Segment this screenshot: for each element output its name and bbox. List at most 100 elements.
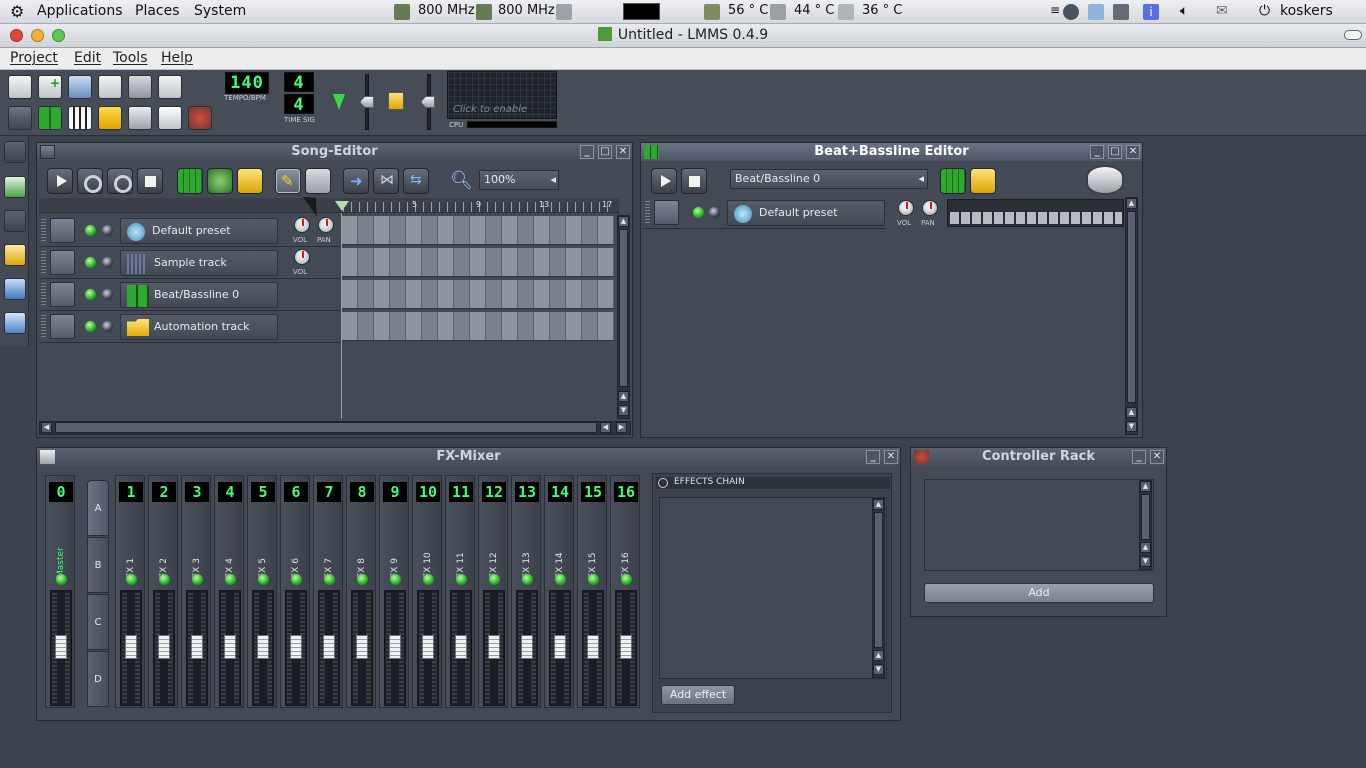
scroll-up-icon[interactable]: ▲	[873, 499, 884, 510]
gnome-foot-icon[interactable]: ⚙	[10, 2, 24, 21]
fx-mixer-toggle-icon[interactable]	[128, 106, 152, 130]
volume-icon[interactable]: 🔈︎	[1180, 3, 1188, 19]
root-directory-icon[interactable]	[4, 312, 26, 334]
my-projects-icon[interactable]	[4, 176, 26, 198]
fader-handle[interactable]	[290, 635, 302, 659]
fader-handle[interactable]	[158, 635, 170, 659]
fader-handle[interactable]	[125, 635, 137, 659]
solo-led[interactable]	[102, 225, 113, 236]
fx-mute-led[interactable]	[291, 574, 302, 585]
back-to-position-icon[interactable]: ⋈	[373, 168, 399, 194]
controller-rack-toggle-icon[interactable]	[188, 106, 212, 130]
terminal-icon[interactable]	[556, 4, 572, 20]
record-button[interactable]	[77, 168, 103, 194]
bb-select-combobox[interactable]: Beat/Bassline 0 ◂	[730, 169, 928, 189]
my-instruments-icon[interactable]	[4, 141, 26, 163]
project-notes-toggle-icon[interactable]	[158, 106, 182, 130]
fx-channel[interactable]: 8 FX 8	[346, 475, 376, 708]
mail-icon[interactable]: ✉	[1216, 3, 1228, 19]
menu-tools[interactable]: Tools	[113, 50, 148, 66]
fx-mute-led[interactable]	[324, 574, 335, 585]
track-name-button[interactable]: Automation track	[120, 314, 278, 340]
scroll-down-icon[interactable]: ▼	[618, 405, 629, 416]
fx-fader[interactable]	[318, 590, 340, 706]
track-actions-icon[interactable]	[50, 282, 75, 307]
fader-handle[interactable]	[257, 635, 269, 659]
fx-mute-led[interactable]	[621, 574, 632, 585]
fx-mute-led[interactable]	[390, 574, 401, 585]
track-name-button[interactable]: Sample track	[120, 250, 278, 276]
solo-led[interactable]	[102, 289, 113, 300]
scroll-thumb[interactable]	[55, 422, 597, 433]
add-beat-bassline-icon[interactable]	[940, 168, 966, 194]
master-pitch-handle[interactable]	[421, 96, 435, 108]
pattern-area[interactable]	[342, 280, 614, 309]
play-bb-button[interactable]	[651, 168, 677, 194]
scroll-up-icon[interactable]: ▲	[618, 391, 629, 402]
tempo-display[interactable]: 140	[225, 72, 269, 94]
menu-applications[interactable]: Applications	[37, 3, 123, 19]
song-editor-titlebar[interactable]: Song-Editor _ □ ✕	[37, 143, 632, 161]
fx-fader[interactable]	[50, 590, 72, 706]
edit-mode-icon[interactable]	[305, 168, 331, 194]
fx-mute-led[interactable]	[126, 574, 137, 585]
fx-mute-led[interactable]	[522, 574, 533, 585]
oscilloscope-display[interactable]: Click to enable	[447, 71, 557, 119]
fx-mixer-titlebar[interactable]: FX-Mixer _ ✕	[37, 448, 900, 466]
fx-fader[interactable]	[549, 590, 571, 706]
automation-editor-toggle-icon[interactable]	[98, 106, 122, 130]
minimize-window-icon[interactable]	[31, 29, 44, 42]
track-actions-icon[interactable]	[50, 314, 75, 339]
fx-bank-c[interactable]: C	[87, 594, 109, 650]
fx-bank-a[interactable]: A	[87, 480, 109, 536]
track-actions-icon[interactable]	[50, 250, 75, 275]
maximize-window-icon[interactable]	[52, 29, 65, 42]
fader-handle[interactable]	[422, 635, 434, 659]
scroll-up-icon[interactable]: ▲	[873, 650, 884, 661]
fx-channel[interactable]: 11 FX 11	[445, 475, 475, 708]
scroll-thumb[interactable]	[1127, 211, 1136, 403]
fx-channel[interactable]: 9 FX 9	[379, 475, 409, 708]
drag-handle[interactable]	[41, 283, 46, 307]
image-viewer-icon[interactable]	[1088, 4, 1104, 20]
fx-channel[interactable]: 14 FX 14	[544, 475, 574, 708]
fx-fader[interactable]	[450, 590, 472, 706]
zoom-combobox[interactable]: 100% ◂	[479, 170, 559, 190]
controller-rack-titlebar[interactable]: Controller Rack _ ✕	[911, 448, 1166, 466]
effects-chain-toggle-icon[interactable]	[658, 478, 668, 488]
add-effect-button[interactable]: Add effect	[661, 685, 735, 705]
fx-bank-d[interactable]: D	[87, 651, 109, 707]
fx-channel[interactable]: 5 FX 5	[247, 475, 277, 708]
mute-led[interactable]	[85, 225, 96, 236]
volume-knob[interactable]	[294, 249, 310, 265]
mute-led[interactable]	[85, 289, 96, 300]
recent-projects-icon[interactable]	[98, 75, 122, 99]
fader-handle[interactable]	[356, 635, 368, 659]
scroll-right-icon[interactable]: ▶	[616, 422, 627, 433]
solo-led[interactable]	[709, 207, 720, 218]
fx-channel[interactable]: 12 FX 12	[478, 475, 508, 708]
track-name-button[interactable]: Default preset	[727, 200, 885, 226]
bb-editor-titlebar[interactable]: Beat+Bassline Editor _ □ ✕	[641, 143, 1142, 161]
scroll-thumb[interactable]	[1141, 494, 1150, 540]
add-automation-track-icon[interactable]	[970, 168, 996, 194]
minimize-icon[interactable]: _	[580, 145, 594, 159]
fx-channel[interactable]: 7 FX 7	[313, 475, 343, 708]
close-icon[interactable]: ✕	[616, 145, 630, 159]
scroll-up-icon[interactable]: ▲	[1140, 481, 1151, 492]
minimize-icon[interactable]: _	[866, 450, 880, 464]
save-project-icon[interactable]	[128, 75, 152, 99]
swirl-icon[interactable]	[1063, 4, 1079, 20]
system-monitor-graph[interactable]	[623, 3, 660, 20]
mute-led[interactable]	[85, 257, 96, 268]
fx-mute-led[interactable]	[423, 574, 434, 585]
scroll-up-icon[interactable]: ▲	[618, 216, 629, 227]
fx-channel-master[interactable]: 0 Master	[45, 475, 75, 708]
keep-position-icon[interactable]: ⇆	[403, 168, 429, 194]
fx-fader[interactable]	[186, 590, 208, 706]
fx-channel[interactable]: 1 FX 1	[115, 475, 145, 708]
minimize-icon[interactable]: _	[1132, 450, 1146, 464]
fx-channel[interactable]: 10 FX 10	[412, 475, 442, 708]
fx-fader[interactable]	[615, 590, 637, 706]
draw-mode-icon[interactable]: ✎	[275, 168, 301, 194]
